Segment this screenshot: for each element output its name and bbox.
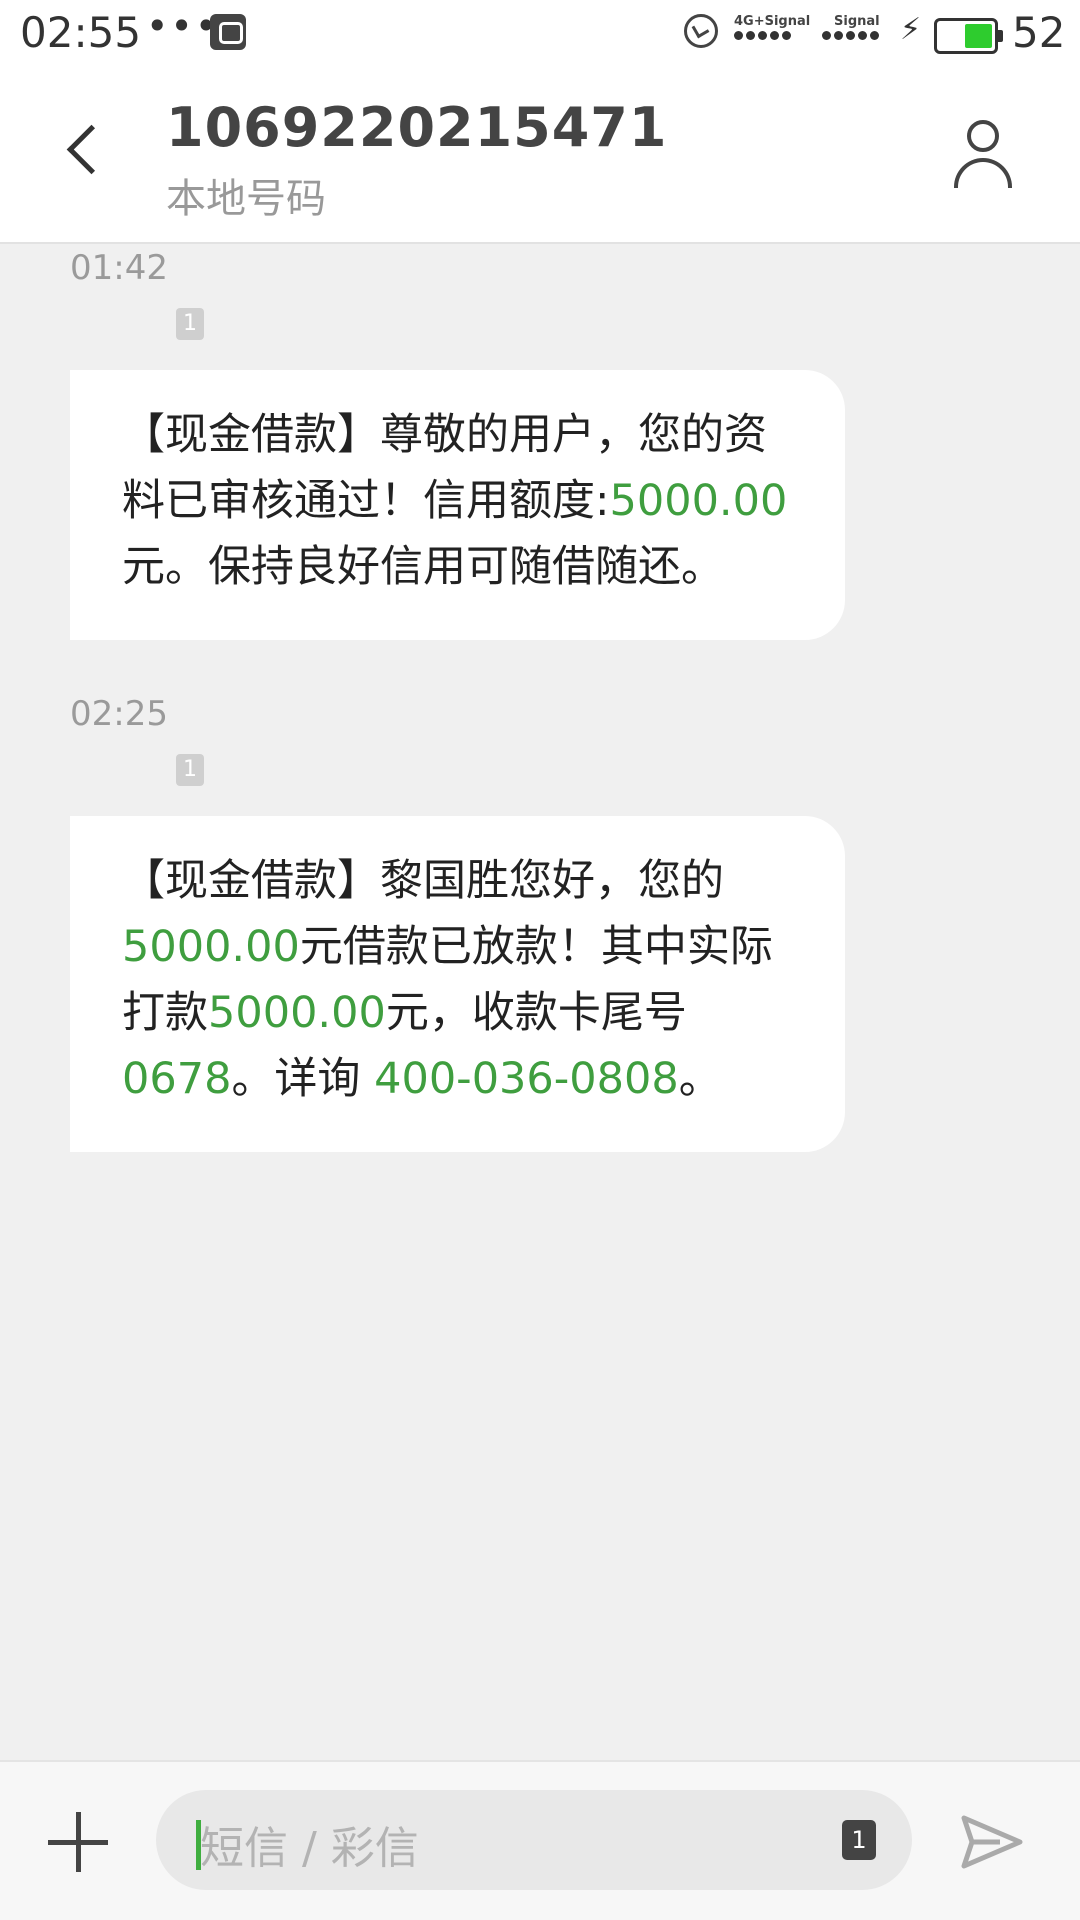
message-link[interactable]: 0678	[122, 1054, 231, 1104]
message-text: 元。保持良好信用可随借随还。	[122, 542, 724, 592]
signal-4g-label: 4G+Signal	[734, 14, 811, 29]
contact-subtitle: 本地号码	[166, 176, 326, 222]
message-text: 【现金借款】黎国胜您好，您的	[122, 856, 724, 906]
signal-icon: Signal	[822, 14, 880, 40]
battery-level	[965, 24, 992, 48]
battery-icon	[934, 18, 1003, 54]
alarm-icon	[684, 14, 718, 48]
contact-button[interactable]	[950, 120, 1016, 190]
battery-percent: 52	[1012, 8, 1066, 57]
compose-bar: 短信 / 彩信 1	[0, 1760, 1080, 1920]
contact-number: 1069220215471	[166, 96, 668, 159]
sim-card-icon: 1	[176, 754, 204, 786]
message-link[interactable]: 5000.00	[610, 476, 788, 526]
signal-label: Signal	[834, 14, 880, 29]
message-link[interactable]: 5000.00	[208, 988, 386, 1038]
message-bubble[interactable]: 【现金借款】黎国胜您好，您的5000.00元借款已放款！其中实际打款5000.0…	[70, 816, 845, 1152]
message-link[interactable]: 5000.00	[122, 922, 300, 972]
send-button[interactable]	[960, 1810, 1024, 1874]
app-notification-icon	[210, 14, 246, 50]
sim-select-button[interactable]: 1	[842, 1820, 876, 1860]
sim-card-icon: 1	[176, 308, 204, 340]
person-icon-body	[954, 158, 1012, 188]
message-text: 元，收款卡尾号	[385, 988, 687, 1038]
status-bar: 02:55 ••• 4G+Signal Signal ⚡ 52	[0, 0, 1080, 66]
conversation-header: 1069220215471 本地号码	[0, 66, 1080, 244]
message-text: 。	[678, 1054, 722, 1104]
message-time: 01:42	[70, 248, 168, 288]
send-icon	[961, 1815, 1023, 1869]
signal-4g-icon: 4G+Signal	[734, 14, 810, 40]
more-notifications-icon: •••	[146, 4, 220, 48]
status-time: 02:55	[20, 8, 142, 57]
message-bubble[interactable]: 【现金借款】尊敬的用户，您的资料已审核通过！信用额度:5000.00元。保持良好…	[70, 370, 845, 640]
message-link[interactable]: 400-036-0808	[374, 1054, 679, 1104]
add-attachment-button[interactable]	[48, 1812, 108, 1872]
charging-icon: ⚡	[900, 12, 922, 47]
message-text: 。详询	[231, 1054, 375, 1104]
back-button[interactable]	[60, 118, 120, 188]
person-icon	[967, 120, 999, 152]
message-time: 02:25	[70, 694, 168, 734]
message-input-placeholder: 短信 / 彩信	[200, 1823, 419, 1874]
